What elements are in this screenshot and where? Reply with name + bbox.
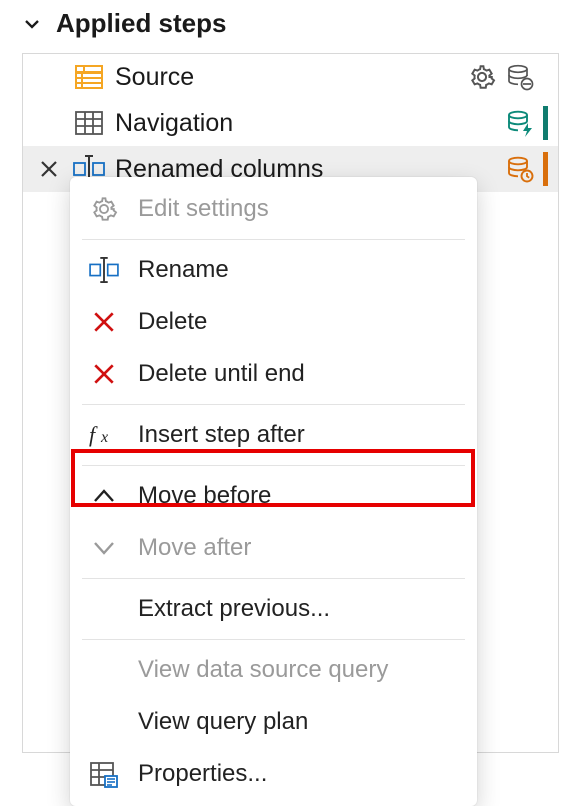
- menu-separator: [82, 404, 465, 405]
- menu-edit-settings: Edit settings: [70, 183, 477, 235]
- step-row-navigation[interactable]: Navigation: [23, 100, 558, 146]
- menu-label: Extract previous...: [138, 595, 330, 623]
- table-icon: [73, 107, 105, 139]
- menu-separator: [82, 639, 465, 640]
- menu-view-query-plan[interactable]: View query plan: [70, 696, 477, 748]
- menu-rename[interactable]: Rename: [70, 244, 477, 296]
- menu-label: View data source query: [138, 656, 388, 684]
- menu-move-before[interactable]: Move before: [70, 470, 477, 522]
- applied-steps-header[interactable]: Applied steps: [0, 0, 581, 47]
- menu-label: Delete until end: [138, 360, 305, 388]
- selection-bar: [543, 60, 548, 94]
- rename-icon: [88, 254, 120, 286]
- step-label: Navigation: [115, 109, 495, 138]
- chevron-up-icon: [88, 480, 120, 512]
- fx-icon: f x: [88, 419, 120, 451]
- menu-label: Edit settings: [138, 195, 269, 223]
- menu-delete[interactable]: Delete: [70, 296, 477, 348]
- step-context-menu: Edit settings Rename Delete Delete until…: [70, 177, 477, 806]
- chevron-down-icon: [22, 14, 42, 34]
- menu-label: Move before: [138, 482, 271, 510]
- menu-extract-previous[interactable]: Extract previous...: [70, 583, 477, 635]
- menu-separator: [82, 239, 465, 240]
- database-warning-icon[interactable]: [505, 62, 535, 92]
- menu-label: Move after: [138, 534, 251, 562]
- blank-icon: [88, 654, 120, 686]
- database-live-icon[interactable]: [505, 108, 535, 138]
- x-icon: [88, 358, 120, 390]
- menu-insert-step-after[interactable]: f x Insert step after: [70, 409, 477, 461]
- blank-icon: [88, 706, 120, 738]
- menu-label: Rename: [138, 256, 229, 284]
- blank-icon: [88, 593, 120, 625]
- source-datasource-icon: [73, 61, 105, 93]
- x-icon: [88, 306, 120, 338]
- menu-separator: [82, 578, 465, 579]
- panel-title: Applied steps: [56, 8, 226, 39]
- step-row-source[interactable]: Source: [23, 54, 558, 100]
- menu-view-data-source-query: View data source query: [70, 644, 477, 696]
- menu-label: Insert step after: [138, 421, 305, 449]
- menu-properties[interactable]: Properties...: [70, 748, 477, 800]
- selection-bar: [543, 152, 548, 186]
- gear-icon: [88, 193, 120, 225]
- database-clock-icon[interactable]: [505, 154, 535, 184]
- properties-icon: [88, 758, 120, 790]
- menu-move-after: Move after: [70, 522, 477, 574]
- menu-delete-until-end[interactable]: Delete until end: [70, 348, 477, 400]
- gear-icon[interactable]: [467, 62, 497, 92]
- menu-label: View query plan: [138, 708, 308, 736]
- selection-bar: [543, 106, 548, 140]
- menu-label: Delete: [138, 308, 207, 336]
- step-label: Source: [115, 63, 457, 92]
- delete-step-button[interactable]: [35, 158, 63, 180]
- menu-label: Properties...: [138, 760, 267, 788]
- svg-text:x: x: [100, 429, 108, 446]
- chevron-down-icon: [88, 532, 120, 564]
- menu-separator: [82, 465, 465, 466]
- svg-text:f: f: [89, 422, 98, 447]
